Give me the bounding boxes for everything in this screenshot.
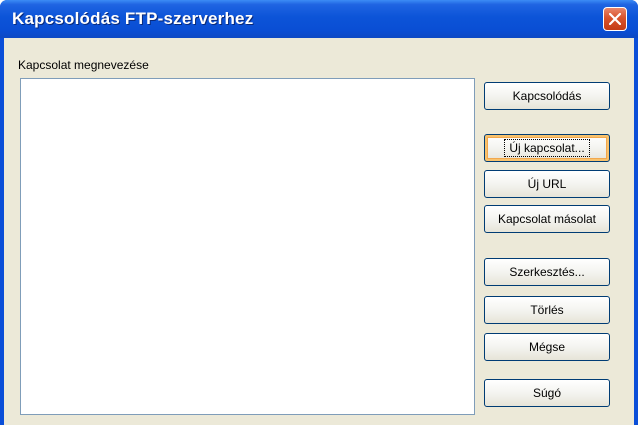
delete-button[interactable]: Törlés (484, 296, 610, 324)
close-icon (609, 13, 621, 25)
cancel-button[interactable]: Mégse (484, 333, 610, 361)
edit-button[interactable]: Szerkesztés... (484, 258, 610, 286)
connection-list[interactable] (20, 78, 475, 415)
help-button[interactable]: Súgó (484, 379, 610, 407)
new-connection-button[interactable]: Új kapcsolat... (484, 134, 610, 162)
new-connection-label: Új kapcsolat... (504, 139, 590, 157)
title-bar[interactable]: Kapcsolódás FTP-szerverhez (0, 0, 638, 38)
connect-button[interactable]: Kapcsolódás (484, 82, 610, 110)
close-button[interactable] (603, 7, 627, 31)
new-url-button[interactable]: Új URL (484, 170, 610, 198)
window-title: Kapcsolódás FTP-szerverhez (12, 9, 254, 28)
copy-connection-button[interactable]: Kapcsolat másolat (484, 205, 610, 233)
connection-list-label: Kapcsolat megnevezése (18, 58, 149, 72)
